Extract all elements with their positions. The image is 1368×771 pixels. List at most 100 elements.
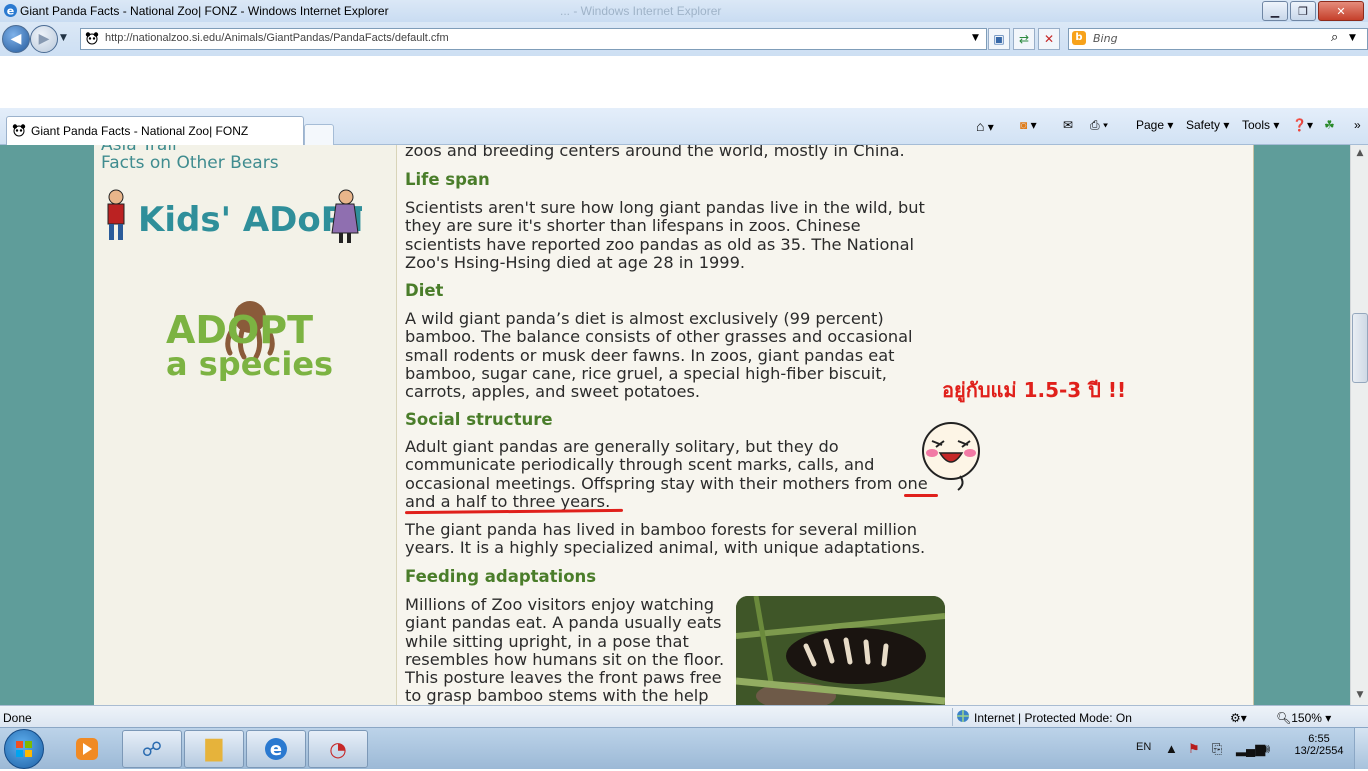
print-button[interactable]: ⎙ ▾ (1090, 118, 1108, 133)
usb-device-icon[interactable]: ⎘ (1212, 741, 1222, 757)
kids-adopt-banner[interactable]: Kids' ADoPT (100, 185, 370, 247)
text-line: bamboo, sugar cane, rice gruel, a specia… (405, 363, 887, 383)
home-icon: ⌂ (976, 118, 985, 134)
minimize-icon: ▁ (1270, 4, 1280, 18)
minimize-button[interactable]: ▁ (1262, 1, 1288, 21)
life-span-paragraph: Scientists aren't sure how long giant pa… (405, 198, 965, 272)
start-button[interactable] (4, 729, 44, 769)
close-icon: ✕ (1336, 4, 1346, 18)
close-window-button[interactable]: ✕ (1318, 1, 1364, 21)
text-line: bamboo. The balance consists of other gr… (405, 327, 913, 347)
safety-menu[interactable]: Safety ▾ (1186, 118, 1229, 132)
taskbar-internet-explorer[interactable]: e (246, 730, 306, 768)
text-line: giant pandas eat. A panda usually eats (405, 613, 722, 633)
address-dropdown[interactable]: ▼ (972, 33, 979, 43)
maximize-button[interactable]: ❐ (1290, 1, 1316, 21)
clock-date: 13/2/2554 (1294, 745, 1344, 757)
windows-taskbar: ☍ ▇ e ◔ EN ▲ ⚑ ⎘ ▂▄▆ 🔊︎ 6:55 13/2/2554 (0, 727, 1368, 769)
folder-icon: ▇ (205, 736, 223, 762)
text-line: resembles how humans sit on the floor. (405, 649, 725, 669)
text-line: and a half to three years. (405, 491, 611, 511)
refresh-button[interactable]: ⇄ (1013, 28, 1035, 50)
read-mail-button[interactable]: ✉ (1063, 118, 1073, 132)
scroll-down-arrow-icon[interactable]: ▼ (1351, 687, 1368, 703)
taskbar-snipping-app[interactable]: ◔ (308, 730, 368, 768)
help-button[interactable]: ❓▾ (1292, 118, 1313, 132)
heading-life-span: Life span (405, 170, 490, 189)
text-line: they are sure it's shorter than lifespan… (405, 216, 861, 236)
forward-button[interactable]: ▶ (30, 25, 58, 53)
panda-favicon (85, 31, 99, 45)
tray-show-hidden-icon[interactable]: ▲ (1165, 741, 1178, 756)
adopt-a-species-logo[interactable]: ADOPT a species (164, 293, 334, 383)
back-arrow-icon: ◀ (10, 31, 22, 47)
panda-favicon (12, 123, 26, 137)
back-button[interactable]: ◀ (2, 25, 30, 53)
tab-giant-panda-facts[interactable]: Giant Panda Facts - National Zoo| FONZ (6, 116, 304, 145)
action-center-icon[interactable]: ⚑ (1188, 741, 1200, 757)
laughing-face-icon (918, 419, 984, 491)
zoom-control[interactable]: 🔍︎150% ▾ (1276, 711, 1331, 725)
security-zone[interactable]: Internet | Protected Mode: On (974, 711, 1132, 725)
page-menu[interactable]: Page ▾ (1136, 118, 1173, 132)
page-menu-label: Page (1136, 118, 1165, 132)
intro-tail-text: zoos and breeding centers around the wor… (405, 145, 905, 160)
feeds-button[interactable]: ◙ ▾ (1020, 118, 1037, 132)
red-underline-mark (904, 494, 938, 497)
network-people-icon: ☍ (141, 737, 163, 761)
search-box[interactable]: b Bing ⌕ ▼ (1068, 28, 1368, 50)
compat-view-button[interactable]: ▣ (988, 28, 1010, 50)
social-structure-paragraph: Adult giant pandas are generally solitar… (405, 437, 965, 511)
mail-icon: ✉ (1063, 118, 1074, 132)
forward-arrow-icon: ▶ (38, 31, 50, 47)
search-icon[interactable]: ⌕ (1331, 30, 1338, 45)
system-clock[interactable]: 6:55 13/2/2554 (1294, 733, 1344, 757)
stop-button[interactable]: ✕ (1038, 28, 1060, 50)
search-options-dropdown[interactable]: ▼ (1349, 33, 1356, 43)
research-icon: ☘ (1324, 118, 1335, 132)
navigation-bar: ◀ ▶ ▼ http://nationalzoo.si.edu/Animals/… (0, 22, 1368, 56)
kids-adopt-text: Kids' ADoPT (138, 200, 362, 240)
sidebar-link-other-bears[interactable]: Facts on Other Bears (101, 153, 279, 173)
svg-text:e: e (7, 5, 14, 18)
new-tab-button[interactable] (304, 124, 334, 146)
status-bar: Done Internet | Protected Mode: On ⚙▾ 🔍︎… (0, 705, 1368, 728)
text-line: scientists have reported zoo pandas as o… (405, 234, 915, 254)
tools-menu[interactable]: Tools ▾ (1242, 118, 1279, 132)
globe-icon (956, 709, 970, 726)
clock-time: 6:55 (1308, 733, 1330, 745)
taskbar-network-app[interactable]: ☍ (122, 730, 182, 768)
research-button[interactable]: ☘ (1324, 118, 1335, 132)
network-signal-icon[interactable]: ▂▄▆ (1236, 741, 1265, 757)
volume-icon[interactable]: 🔊︎ (1262, 741, 1270, 757)
text-line: small rodents or musk deer fawns. In zoo… (405, 345, 895, 365)
scroll-up-arrow-icon[interactable]: ▲ (1351, 145, 1368, 161)
feeding-paragraph: Millions of Zoo visitors enjoy watching … (405, 595, 735, 705)
recent-pages-dropdown[interactable]: ▼ (60, 33, 67, 43)
text-line: Millions of Zoo visitors enjoy watching (405, 595, 715, 614)
vertical-scrollbar[interactable]: ▲ ▼ (1350, 145, 1368, 705)
text-line: Zoo's Hsing-Hsing died at age 28 in 1999… (405, 252, 746, 272)
heading-social-structure: Social structure (405, 410, 553, 429)
address-bar[interactable]: http://nationalzoo.si.edu/Animals/GiantP… (80, 28, 987, 50)
zoom-icon: 🔍︎ (1276, 711, 1292, 725)
protected-mode-icon[interactable]: ⚙▾ (1230, 711, 1247, 725)
text-line: communicate periodically through scent m… (405, 455, 875, 475)
media-player-pinned[interactable] (70, 736, 104, 762)
window-title-ghost: ... - Windows Internet Explorer (560, 4, 722, 18)
restore-icon: ❐ (1298, 4, 1308, 18)
show-desktop-button[interactable] (1354, 728, 1368, 769)
thai-annotation: อยู่กับแม่ 1.5-3 ปี !! (942, 378, 1127, 402)
search-placeholder: Bing (1093, 32, 1118, 45)
toolbar-overflow-button[interactable]: » (1354, 118, 1361, 132)
printer-icon: ⎙ (1090, 118, 1100, 132)
snip-icon: ◔ (329, 737, 347, 761)
home-button[interactable]: ⌂ ▾ (976, 118, 994, 134)
taskbar-explorer[interactable]: ▇ (184, 730, 244, 768)
status-text: Done (3, 711, 32, 725)
stop-icon: ✕ (1043, 32, 1055, 46)
language-indicator[interactable]: EN (1136, 741, 1151, 753)
heading-diet: Diet (405, 281, 444, 300)
scrollbar-thumb[interactable] (1352, 313, 1368, 383)
windows-logo-icon (16, 741, 32, 757)
